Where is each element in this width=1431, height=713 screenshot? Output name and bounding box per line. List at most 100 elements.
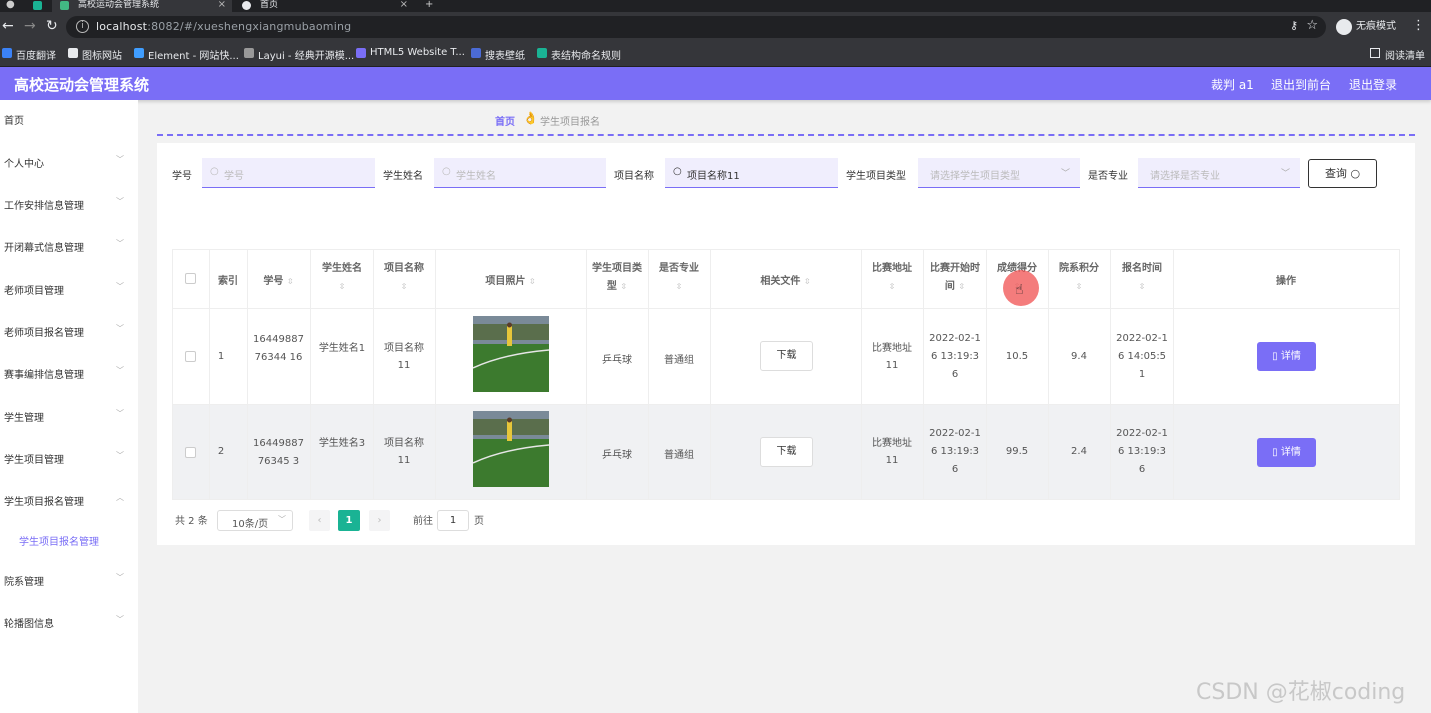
sort-icon[interactable]: ⇳ [620, 282, 627, 291]
sidebar-item-carousel[interactable]: 轮播图信息 ﹀ [0, 611, 138, 631]
type-select[interactable]: 请选择学生项目类型 ﹀ [918, 158, 1080, 188]
col-header-signup[interactable]: 报名时间 ⇳ [1115, 260, 1169, 296]
page-number-1[interactable]: 1 [338, 510, 360, 531]
col-divider [861, 249, 862, 500]
select-all-checkbox[interactable] [185, 273, 196, 284]
col-divider [1048, 249, 1049, 500]
col-divider [586, 249, 587, 500]
col-header-project-name[interactable]: 项目名称 ⇳ [378, 260, 430, 296]
col-header-start[interactable]: 比赛开始时间 ⇳ [929, 260, 981, 296]
reload-icon[interactable]: ↻ [46, 18, 58, 34]
bookmark-item[interactable]: 百度翻译 [2, 47, 56, 62]
bookmark-item[interactable]: Element - 网站快... [134, 47, 239, 62]
chevron-down-icon: ﹀ [116, 615, 124, 624]
bookmark-item[interactable]: Layui - 经典开源模... [244, 47, 354, 62]
student-name-input[interactable]: ○ 学生姓名 [434, 158, 606, 188]
bookmark-item[interactable]: 图标网站 [68, 47, 122, 62]
sidebar-item-personal[interactable]: 个人中心 ﹀ [0, 151, 138, 171]
cell-type: 乒乓球 [602, 355, 632, 366]
cell-index: 1 [217, 351, 225, 362]
bookmarks-bar: 百度翻译 图标网站 Element - 网站快... Layui - 经典开源模… [0, 42, 1431, 67]
tab-active[interactable]: 高校运动会管理系统 × [52, 0, 232, 12]
col-header-student-name[interactable]: 学生姓名 ⇳ [316, 260, 368, 296]
bookmark-item[interactable]: 表结构命名规则 [537, 47, 621, 62]
password-key-icon[interactable]: ⚷ [1290, 19, 1298, 32]
row-checkbox[interactable] [185, 447, 196, 458]
sidebar-item-ceremony[interactable]: 开闭幕式信息管理 ﹀ [0, 235, 138, 255]
reading-list-icon [1370, 48, 1380, 58]
prev-page-button[interactable]: ‹ [309, 510, 330, 531]
cell-index: 2 [217, 446, 225, 457]
sort-icon[interactable]: ⇳ [529, 277, 536, 286]
chevron-up-icon: ︿ [116, 493, 124, 502]
browser-menu-icon[interactable]: ● [6, 0, 15, 10]
download-button[interactable]: 下载 [760, 437, 813, 467]
tab-home[interactable]: 首页 × [234, 0, 414, 12]
breadcrumb-home[interactable]: 首页 [495, 113, 515, 128]
sort-icon[interactable]: ⇳ [316, 278, 368, 296]
pro-select[interactable]: 请选择是否专业 ﹀ [1138, 158, 1300, 188]
forward-icon[interactable]: → [24, 18, 36, 34]
col-header-student-no[interactable]: 学号 ⇳ [247, 272, 310, 287]
sort-icon[interactable]: ⇳ [804, 277, 811, 286]
sort-icon[interactable]: ⇳ [652, 278, 706, 296]
new-tab-icon[interactable]: + [425, 0, 433, 10]
goto-page-input[interactable]: 1 [437, 510, 469, 531]
reading-list[interactable]: 阅读清单 [1370, 47, 1425, 62]
close-tab-icon[interactable]: × [400, 0, 408, 10]
bookmark-item[interactable]: HTML5 Website T... [356, 47, 465, 58]
back-to-front-link[interactable]: 退出到前台 [1271, 76, 1331, 93]
col-divider [1399, 249, 1400, 500]
sort-icon[interactable]: ⇳ [287, 277, 294, 286]
col-header-address[interactable]: 比赛地址 ⇳ [866, 260, 918, 296]
logout-link[interactable]: 退出登录 [1349, 76, 1397, 93]
sidebar-item-students[interactable]: 学生管理 ﹀ [0, 405, 138, 425]
breadcrumb-current: 学生项目报名 [540, 117, 600, 128]
url-field[interactable]: i localhost:8082/#/xueshengxiangmubaomin… [66, 16, 1326, 38]
sidebar-item-teacher-signup[interactable]: 老师项目报名管理 ﹀ [0, 320, 138, 340]
project-photo[interactable] [473, 411, 549, 487]
site-info-icon[interactable]: i [76, 20, 89, 33]
sidebar-item-teacher-project[interactable]: 老师项目管理 ﹀ [0, 278, 138, 298]
watermark: CSDN @花椒coding [1196, 680, 1406, 705]
search-icon: ○ [442, 166, 451, 177]
col-header-photo[interactable]: 项目照片 ⇳ [435, 272, 586, 287]
detail-button[interactable]: ▯ 详情 [1257, 438, 1316, 467]
sidebar-subitem-student-signup[interactable]: 学生项目报名管理 [0, 529, 138, 549]
sort-icon[interactable]: ⇳ [866, 278, 918, 296]
student-name-label: 学生姓名 [383, 171, 423, 182]
page-size-select[interactable]: 10条/页 ﹀ [217, 510, 293, 531]
sidebar-item-student-project[interactable]: 学生项目管理 ﹀ [0, 447, 138, 467]
cell-score: 10.5 [1005, 351, 1029, 362]
back-icon[interactable]: ← [2, 18, 14, 34]
query-button[interactable]: 查询 ○ [1308, 159, 1377, 188]
sidebar-item-work[interactable]: 工作安排信息管理 ﹀ [0, 193, 138, 213]
close-tab-icon[interactable]: × [218, 0, 226, 10]
browser-menu-kebab-icon[interactable]: ⋮ [1412, 18, 1425, 33]
download-button[interactable]: 下载 [760, 341, 813, 371]
sort-icon[interactable]: ⇳ [1053, 278, 1105, 296]
project-name-input[interactable]: ○ 项目名称11 [665, 158, 838, 188]
cell-student-name: 学生姓名3 [318, 438, 366, 449]
sidebar-item-student-signup[interactable]: 学生项目报名管理 ︿ [0, 489, 138, 509]
bookmark-item[interactable]: 搜表壁纸 [471, 47, 525, 62]
row-checkbox[interactable] [185, 351, 196, 362]
sidebar-item-home[interactable]: 首页 [0, 108, 138, 128]
project-name-label: 项目名称 [614, 171, 654, 182]
detail-button[interactable]: ▯ 详情 [1257, 342, 1316, 371]
bookmark-star-icon[interactable]: ☆ [1306, 18, 1318, 33]
incognito-indicator[interactable]: 无痕模式 [1336, 17, 1396, 37]
pinned-tab[interactable] [30, 0, 44, 12]
col-header-pro[interactable]: 是否专业 ⇳ [652, 260, 706, 296]
sort-icon[interactable]: ⇳ [958, 282, 965, 291]
project-photo[interactable] [473, 316, 549, 392]
sort-icon[interactable]: ⇳ [378, 278, 430, 296]
col-header-file[interactable]: 相关文件 ⇳ [710, 272, 861, 287]
col-header-dept-points[interactable]: 院系积分 ⇳ [1053, 260, 1105, 296]
sort-icon[interactable]: ⇳ [1115, 278, 1169, 296]
sidebar-item-departments[interactable]: 院系管理 ﹀ [0, 569, 138, 589]
sidebar-item-schedule[interactable]: 赛事编排信息管理 ﹀ [0, 362, 138, 382]
student-no-input[interactable]: ○ 学号 [202, 158, 375, 188]
next-page-button[interactable]: › [369, 510, 390, 531]
col-header-type[interactable]: 学生项目类型 ⇳ [591, 260, 643, 296]
